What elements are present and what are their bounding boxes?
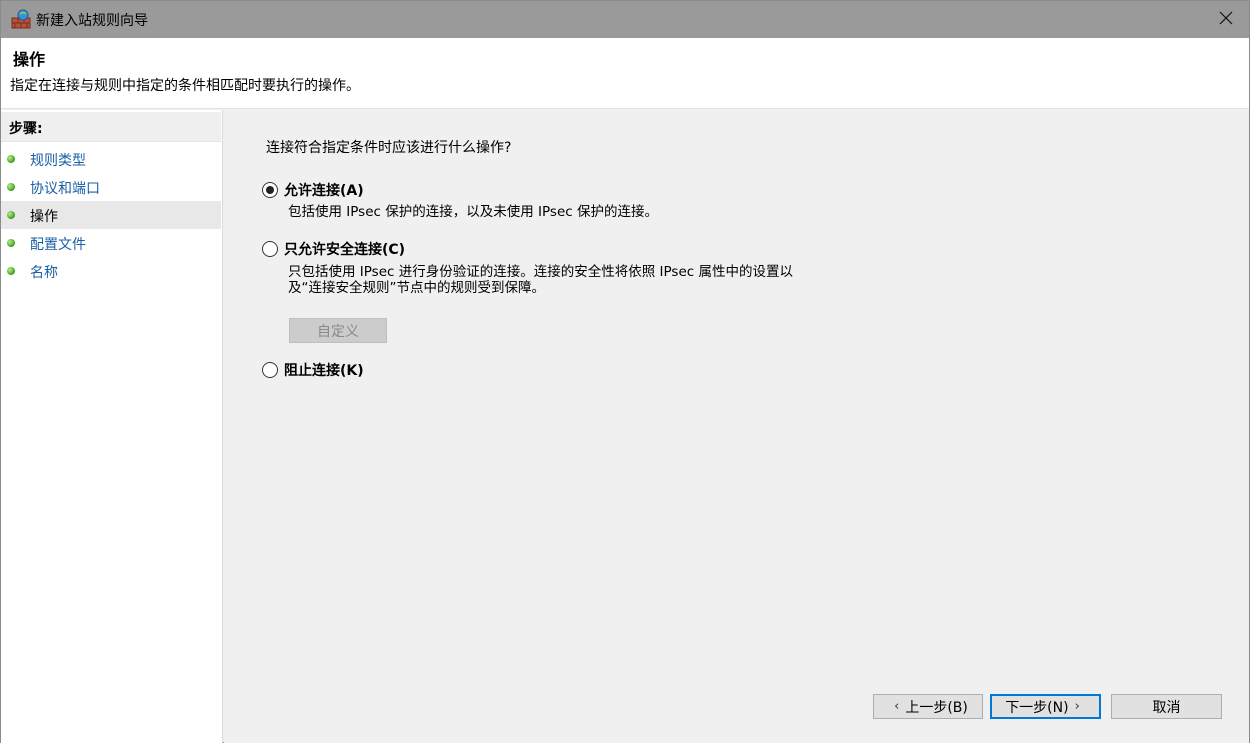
step-action: 操作 [1,201,221,229]
chevron-left-icon: ‹ [894,699,900,714]
step-status-icon [7,155,15,163]
step-label: 配置文件 [30,237,86,253]
step-protocol-and-ports[interactable]: 协议和端口 [1,173,221,201]
step-rule-type[interactable]: 规则类型 [1,145,221,173]
chevron-right-icon: › [1074,699,1080,714]
allow-connection-label[interactable]: 允许连接(A) [284,180,364,200]
step-status-icon [7,239,15,247]
allow-secure-connection-option[interactable]: 只允许安全连接(C) [262,239,405,259]
page-description: 指定在连接与规则中指定的条件相匹配时要执行的操作。 [10,78,360,94]
steps-sidebar: 步骤: 规则类型 协议和端口 操作 配置文件 名称 [1,110,223,743]
back-button[interactable]: ‹ 上一步(B) [873,694,983,719]
step-status-icon [7,183,15,191]
back-button-label: 上一步(B) [905,699,968,716]
step-name[interactable]: 名称 [1,257,221,285]
block-connection-option[interactable]: 阻止连接(K) [262,360,364,380]
main-content: 连接符合指定条件时应该进行什么操作? 允许连接(A) 包括使用 IPsec 保护… [224,110,1249,743]
close-button[interactable] [1203,1,1249,38]
window-title: 新建入站规则向导 [36,13,148,29]
block-connection-label[interactable]: 阻止连接(K) [284,360,364,380]
page-title: 操作 [13,50,46,69]
firewall-icon [11,9,31,29]
next-button-label: 下一步(N) [1005,699,1069,716]
allow-connection-description: 包括使用 IPsec 保护的连接，以及未使用 IPsec 保护的连接。 [288,204,658,220]
close-icon [1219,11,1233,29]
step-status-icon [7,267,15,275]
step-label: 协议和端口 [30,181,100,197]
allow-secure-connection-description-line2: 及“连接安全规则”节点中的规则受到保障。 [288,280,545,296]
step-label: 名称 [30,265,58,281]
steps-heading: 步骤: [1,112,221,142]
allow-secure-connection-description-line1: 只包括使用 IPsec 进行身份验证的连接。连接的安全性将依照 IPsec 属性… [288,264,793,280]
step-status-icon [7,211,15,219]
allow-connection-option[interactable]: 允许连接(A) [262,180,364,200]
step-label: 操作 [30,209,58,225]
step-profile[interactable]: 配置文件 [1,229,221,257]
allow-connection-radio[interactable] [262,182,278,198]
cancel-button-label: 取消 [1152,699,1181,716]
allow-secure-connection-radio[interactable] [262,241,278,257]
title-bar: 新建入站规则向导 [1,1,1249,38]
block-connection-radio[interactable] [262,362,278,378]
allow-secure-connection-label[interactable]: 只允许安全连接(C) [284,239,405,259]
customize-button[interactable]: 自定义 [289,318,387,343]
action-question: 连接符合指定条件时应该进行什么操作? [266,140,512,156]
step-label: 规则类型 [30,153,86,169]
cancel-button[interactable]: 取消 [1111,694,1222,719]
next-button[interactable]: 下一步(N) › [990,694,1101,719]
page-header: 操作 指定在连接与规则中指定的条件相匹配时要执行的操作。 [1,38,1249,109]
steps-heading-label: 步骤: [9,121,43,137]
wizard-window: 新建入站规则向导 操作 指定在连接与规则中指定的条件相匹配时要执行的操作。 步骤… [0,0,1250,743]
